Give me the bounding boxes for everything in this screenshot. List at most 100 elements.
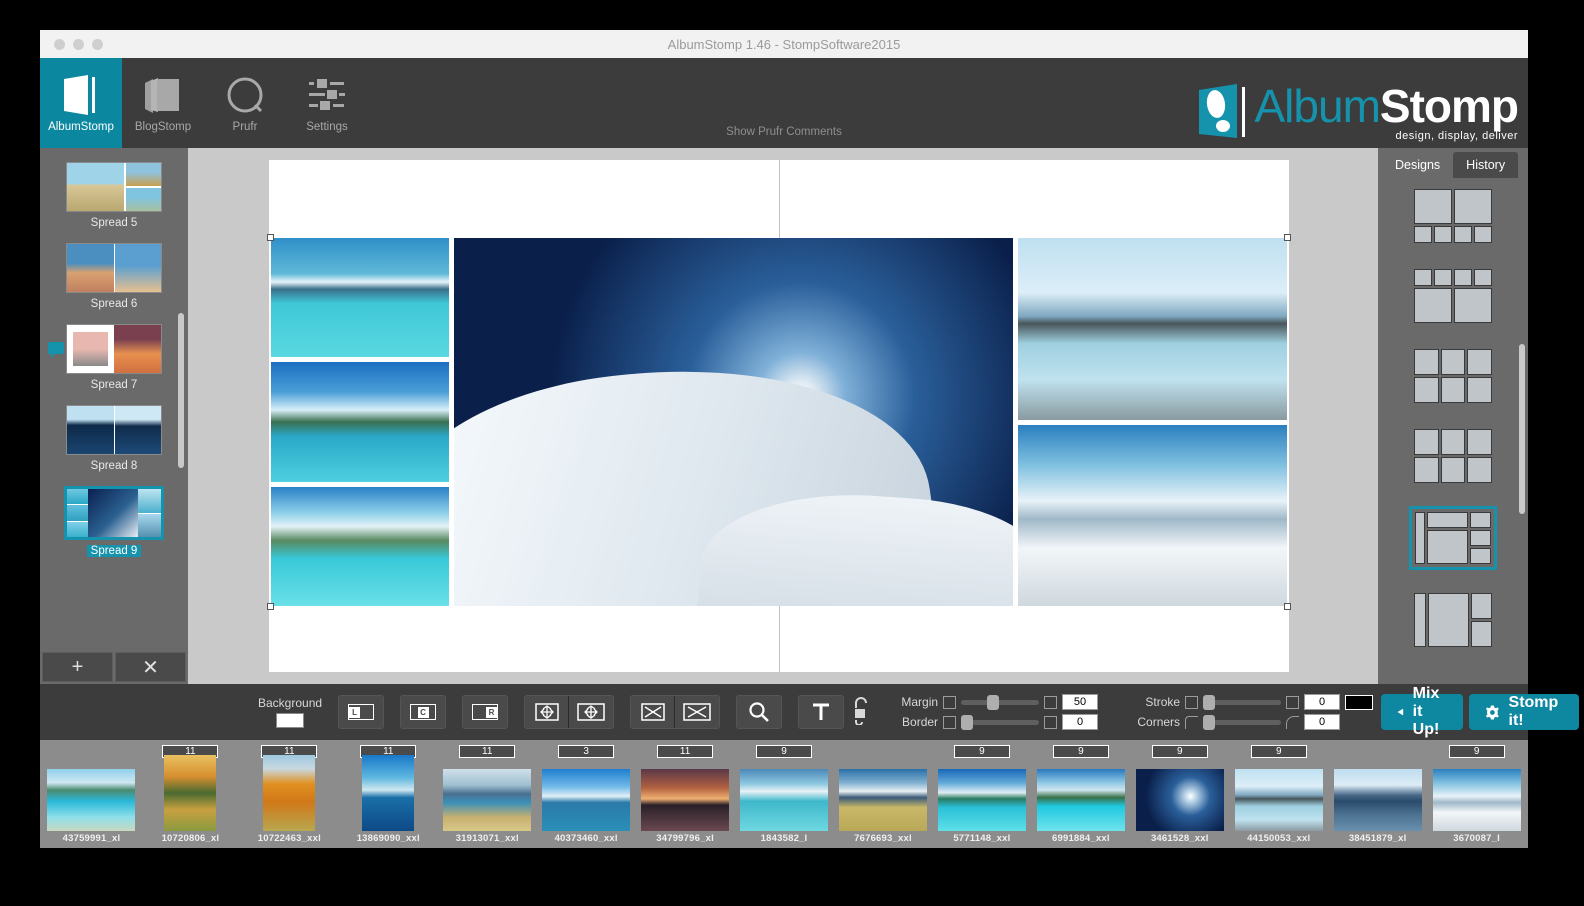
photo-cell[interactable] [271,238,449,358]
film-thumbnail [164,755,217,831]
spread-list[interactable]: Spread 5 Spread 6 Spread 7 Spread 8 Spre… [40,148,188,650]
film-item[interactable]: 11 10720806_xl [143,744,238,844]
align-center-button[interactable]: C [401,696,446,728]
film-item[interactable]: 9 6991884_xxl [1033,744,1128,844]
spread-item-9[interactable]: Spread 9 [40,486,188,557]
design-cell [1467,429,1492,455]
canvas-area[interactable] [188,148,1370,684]
design-template[interactable] [1411,186,1495,246]
add-spread-button[interactable]: + [42,652,113,682]
design-template-selected[interactable] [1409,506,1497,570]
spread-thumbnail [66,243,162,293]
move-vertical-button[interactable] [525,696,570,728]
design-cell [1474,225,1492,243]
delete-spread-button[interactable]: ✕ [115,652,186,682]
move-all-button[interactable] [569,696,614,728]
film-item[interactable]: 11 31913071_xxl [440,744,535,844]
tab-history[interactable]: History [1453,152,1519,178]
logo-text-album: Album [1254,80,1381,133]
spread-page[interactable] [267,160,1291,672]
fit-contain-button[interactable] [631,696,676,728]
tab-designs[interactable]: Designs [1382,152,1454,178]
hamburger-icon[interactable] [48,704,60,721]
corners-value[interactable]: 0 [1304,714,1341,730]
film-item[interactable]: 9 5771148_xxl [934,744,1029,844]
border-value[interactable]: 0 [1062,714,1099,730]
design-template[interactable] [1411,346,1495,406]
spread-item-7[interactable]: Spread 7 [40,324,188,391]
photo-cell[interactable] [1017,238,1287,420]
spreads-sidebar: Spread 5 Spread 6 Spread 7 Spread 8 Spre… [40,148,188,684]
align-left-label: L [349,706,361,718]
film-thumbnail [1432,769,1521,831]
selection-handle-tl[interactable] [267,234,274,241]
mix-it-up-button[interactable]: Mix it Up! [1381,685,1463,738]
border-slider-row: Border 0 [890,714,1099,730]
border-min-icon [943,715,957,729]
margin-slider[interactable] [961,694,1040,710]
film-item[interactable]: 38451879_xl [1330,744,1425,844]
film-item[interactable]: 9 3461528_xxl [1132,744,1227,844]
sidebar-scrollbar[interactable] [178,313,184,468]
film-item[interactable]: 9 1843582_l [737,744,832,844]
spread-item-5[interactable]: Spread 5 [40,162,188,229]
left-triangle-icon [1397,708,1404,716]
film-thumbnail [443,769,532,831]
design-template[interactable] [1411,590,1495,650]
fit-fill-button[interactable] [675,696,720,728]
background-color-swatch[interactable] [276,713,305,728]
design-cell [1454,288,1492,323]
search-icon[interactable] [737,696,782,728]
film-filename: 43759991_xl [62,833,121,844]
unlock-icon[interactable] [852,695,870,730]
film-item[interactable]: 11 13869090_xxl [341,744,436,844]
margin-value[interactable]: 50 [1062,694,1099,710]
selection-handle-bl[interactable] [267,603,274,610]
spread-label: Spread 7 [90,379,138,391]
align-left-button[interactable]: L [339,696,384,728]
comment-indicator-icon[interactable] [48,342,64,358]
align-right-button[interactable]: R [463,696,508,728]
photo-cell-hero[interactable] [453,238,1013,606]
film-item[interactable]: 7676693_xxl [836,744,931,844]
film-item[interactable]: 9 3670087_l [1429,744,1524,844]
design-template-list[interactable] [1378,178,1528,684]
design-template[interactable] [1411,266,1495,326]
selection-handle-br[interactable] [1284,603,1291,610]
spread-item-8[interactable]: Spread 8 [40,405,188,472]
spread-item-6[interactable]: Spread 6 [40,243,188,310]
design-cell [1414,593,1427,647]
design-cell [1470,530,1491,546]
border-slider[interactable] [961,714,1040,730]
design-template[interactable] [1411,426,1495,486]
move-buttons [524,695,615,729]
film-item[interactable]: 3 40373460_xxl [539,744,634,844]
design-cell [1414,349,1439,375]
corners-slider[interactable] [1203,714,1282,730]
stomp-it-button[interactable]: Stomp it! [1468,694,1579,730]
design-cell [1414,429,1439,455]
text-icon[interactable] [799,696,844,728]
photo-cell[interactable] [1017,424,1287,606]
stroke-value[interactable]: 0 [1304,694,1341,710]
designs-scrollbar[interactable] [1519,344,1525,514]
photo-cell[interactable] [271,486,449,606]
stroke-color-swatch[interactable] [1345,694,1374,710]
photo-cell[interactable] [271,362,449,482]
photo-filmstrip[interactable]: 43759991_xl 11 10720806_xl 11 10722463_x… [40,740,1528,848]
film-thumbnail [263,755,316,831]
film-item[interactable]: 11 10722463_xxl [242,744,337,844]
film-item[interactable]: 9 44150053_xxl [1231,744,1326,844]
film-item[interactable]: 11 34799796_xl [638,744,733,844]
film-filename: 31913071_xxl [455,833,519,844]
stroke-slider[interactable] [1203,694,1282,710]
film-item[interactable]: 43759991_xl [44,744,139,844]
selection-handle-tr[interactable] [1284,234,1291,241]
gear-icon [1485,704,1499,720]
film-filename: 7676693_xxl [854,833,912,844]
corners-min-icon [1185,715,1199,729]
panel-divider [1370,148,1378,684]
spread-thumbnail [66,162,162,212]
film-badge: 11 [657,745,714,758]
design-cell [1427,512,1469,528]
